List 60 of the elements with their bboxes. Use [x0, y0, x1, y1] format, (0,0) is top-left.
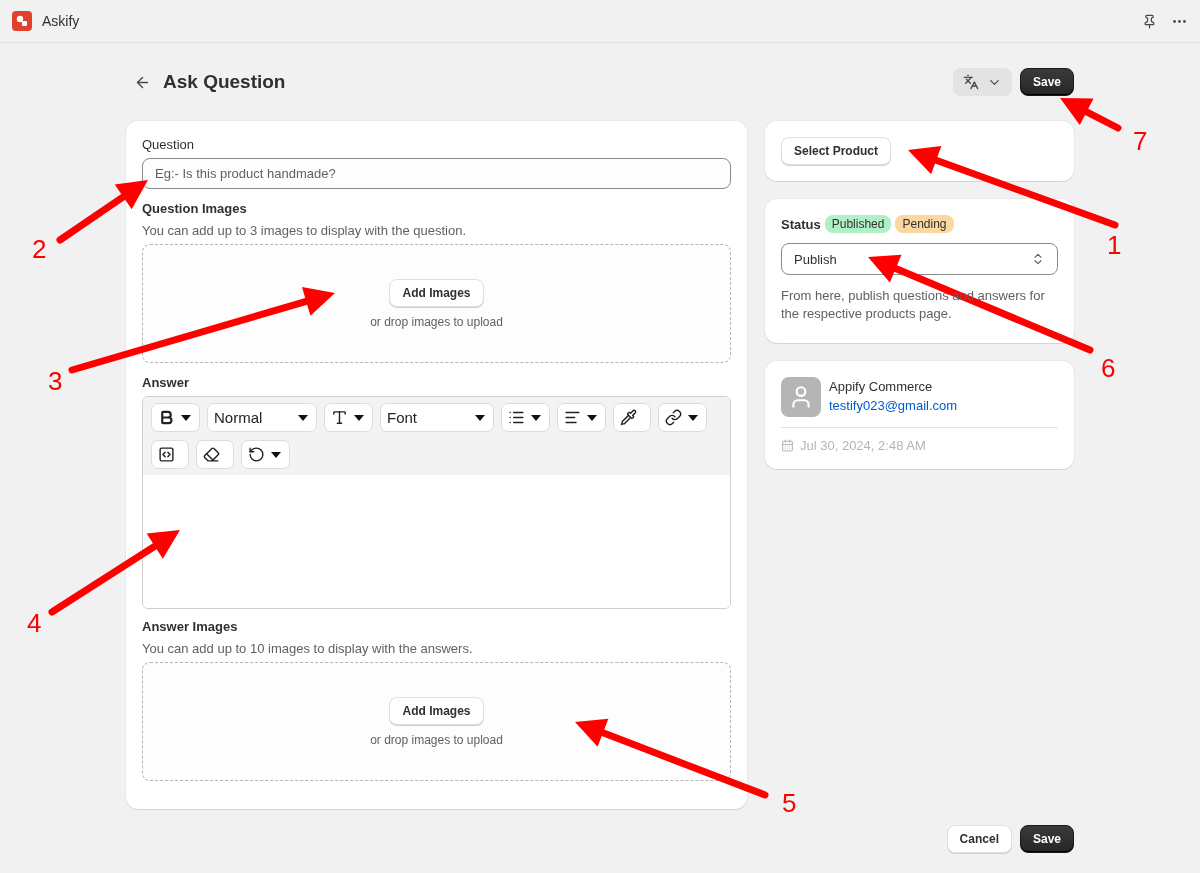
- toolbar-select[interactable]: Font: [380, 403, 494, 432]
- language-button[interactable]: [952, 68, 1012, 96]
- save-button[interactable]: Save: [1019, 68, 1074, 96]
- undo-icon: [248, 446, 265, 463]
- add-images-button[interactable]: Add Images: [389, 278, 484, 307]
- save-button[interactable]: Save: [1019, 825, 1074, 853]
- question-input[interactable]: Eg:- Is this product handmade?: [142, 158, 731, 189]
- annotation-number: 3: [48, 368, 63, 394]
- translate-icon: [962, 74, 979, 90]
- annotation-arrow: [1060, 98, 1122, 132]
- annotation-number: 5: [782, 790, 797, 816]
- annotation-number: 7: [1133, 128, 1148, 154]
- updown-icon: [1031, 252, 1045, 266]
- app-title: Askify: [42, 13, 80, 29]
- link-icon: [665, 409, 682, 426]
- toolbar-button[interactable]: [151, 440, 189, 469]
- image-dropzone[interactable]: Add Images or drop images to upload: [142, 662, 731, 781]
- drop-hint: or drop images to upload: [370, 732, 503, 747]
- add-images-button[interactable]: Add Images: [389, 696, 484, 725]
- toolbar-button[interactable]: [658, 403, 707, 432]
- eraser-icon: [203, 446, 220, 463]
- image-dropzone[interactable]: Add Images or drop images to upload: [142, 244, 731, 363]
- annotation-number: 1: [1107, 232, 1122, 258]
- align-left-icon: [564, 409, 581, 426]
- app-logo-icon: [12, 11, 32, 31]
- date-text: Jul 30, 2024, 2:48 AM: [800, 438, 926, 453]
- cancel-button[interactable]: Cancel: [946, 825, 1012, 853]
- toolbar-button[interactable]: [196, 440, 234, 469]
- toolbar-button[interactable]: [324, 403, 373, 432]
- field-label: Question: [142, 137, 196, 152]
- annotation-number: 6: [1101, 355, 1116, 381]
- select-product-button[interactable]: Select Product: [781, 137, 892, 165]
- section-label: Question Images: [142, 201, 248, 216]
- status-label: Status: [781, 216, 821, 232]
- toolbar-button[interactable]: [557, 403, 606, 432]
- eyedropper-icon: [620, 409, 637, 426]
- customer-name: Appify Commerce: [829, 379, 934, 394]
- help-text: You can add up to 10 images to display with the answers.: [142, 640, 474, 658]
- pin-icon[interactable]: [1142, 13, 1157, 29]
- status-badge: Published: [824, 215, 892, 233]
- section-label: Answer Images: [142, 619, 239, 634]
- toolbar-button[interactable]: [241, 440, 290, 469]
- toolbar-button[interactable]: [613, 403, 651, 432]
- page-title: Ask Question: [163, 71, 286, 93]
- status-badge: Pending: [895, 215, 954, 233]
- list-icon: [508, 409, 525, 426]
- drop-hint: or drop images to upload: [370, 314, 503, 329]
- rich-text-editor[interactable]: Normal Font: [142, 396, 731, 609]
- code-window-icon: [158, 446, 175, 463]
- section-label: Answer: [142, 375, 190, 390]
- text-size-icon: [331, 409, 348, 426]
- email-link[interactable]: testify023@gmail.com: [829, 398, 958, 413]
- toolbar-button[interactable]: [501, 403, 550, 432]
- help-text: You can add up to 3 images to display with the question.: [142, 222, 468, 240]
- annotation-number: 2: [32, 236, 47, 262]
- bold-icon: [158, 409, 175, 426]
- calendar-icon: [781, 439, 794, 452]
- toolbar-select[interactable]: Normal: [207, 403, 317, 432]
- toolbar-button[interactable]: [151, 403, 200, 432]
- annotation-number: 4: [27, 610, 42, 636]
